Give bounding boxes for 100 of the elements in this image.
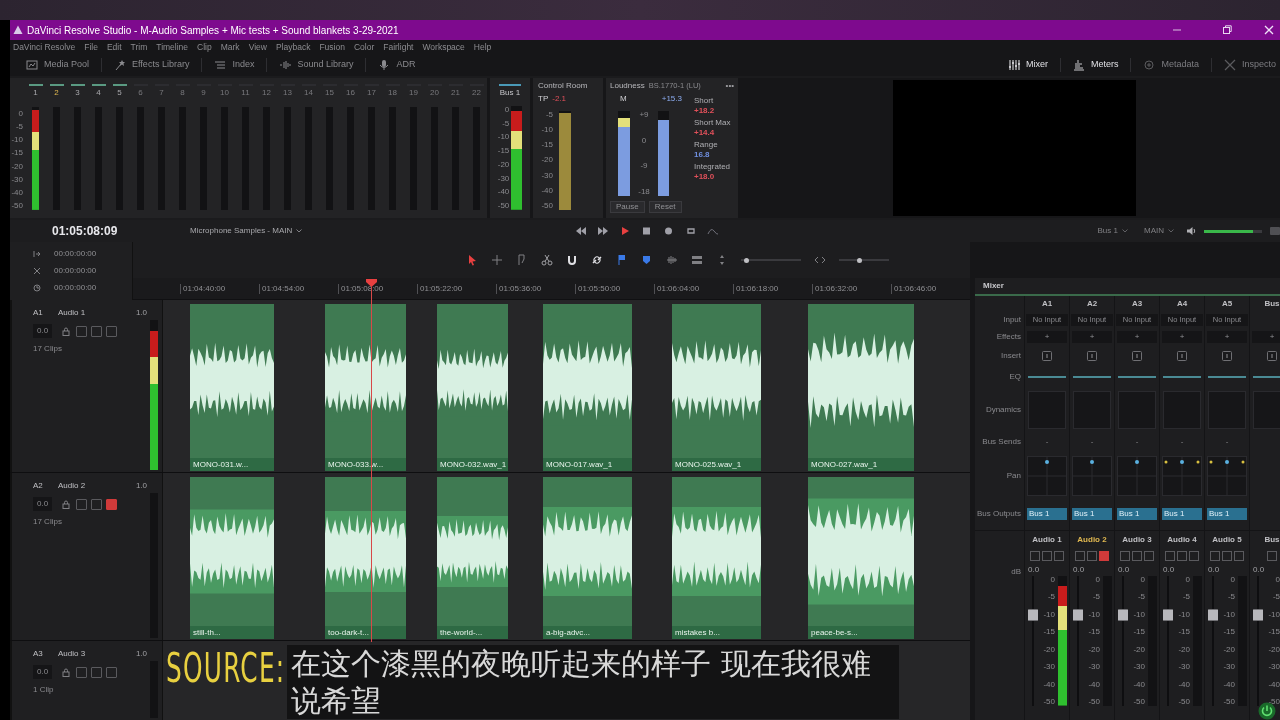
pointer-icon[interactable] — [466, 254, 478, 266]
timecode-field[interactable]: 00:00:00:00 — [54, 248, 97, 260]
add-effect-button[interactable]: + — [1207, 330, 1247, 343]
pan-graph[interactable] — [1162, 455, 1202, 496]
fader-handle[interactable] — [1208, 609, 1218, 621]
channel-number[interactable]: 8 — [180, 89, 185, 97]
list-icon[interactable] — [214, 59, 227, 71]
channel-number[interactable]: 4 — [96, 89, 101, 97]
bus-output-button[interactable]: Bus 1 — [1027, 508, 1067, 520]
menu-item[interactable]: Timeline — [156, 40, 189, 54]
audio-clip[interactable]: mistakes b... — [672, 477, 761, 639]
toolbar-button[interactable]: Inspecto — [1241, 58, 1276, 72]
record-arm-button[interactable] — [76, 666, 88, 678]
audio-clip[interactable]: peace-be-s... — [808, 477, 914, 639]
channel-number[interactable]: 20 — [430, 89, 439, 97]
toolbar-button[interactable]: Effects Library — [132, 58, 190, 72]
record-arm-button[interactable] — [1030, 551, 1040, 561]
channel-number[interactable]: 11 — [241, 89, 250, 97]
channel-name[interactable]: Audio 4 — [1167, 533, 1197, 546]
channel-number[interactable]: 3 — [75, 89, 80, 97]
speaker-icon[interactable] — [1186, 226, 1198, 236]
track-name[interactable]: Audio 3 — [58, 648, 136, 660]
solo-button[interactable] — [1222, 551, 1232, 561]
channel-name[interactable]: Audio 5 — [1212, 533, 1242, 546]
toolbar-button[interactable]: Sound Library — [297, 58, 354, 72]
arrows-icon[interactable] — [814, 254, 826, 266]
menu-item[interactable]: Workspace — [422, 40, 465, 54]
menu-item[interactable]: Playback — [275, 40, 311, 54]
bus-output-button[interactable]: Bus 1 — [1162, 508, 1202, 520]
pan-graph[interactable] — [1207, 455, 1247, 496]
menu-item[interactable]: Clip — [197, 40, 212, 54]
x-shape-icon[interactable] — [1223, 59, 1236, 71]
audio-clip[interactable]: MONO-032.wav_1 — [437, 304, 508, 471]
channel-number[interactable]: 19 — [409, 89, 418, 97]
crosshair-icon[interactable] — [491, 254, 503, 266]
pan-field[interactable]: 0.0 — [33, 665, 53, 679]
menu-item[interactable]: Fairlight — [383, 40, 414, 54]
zoom-slider[interactable] — [741, 257, 801, 263]
channel-number[interactable]: 9 — [201, 89, 206, 97]
channel-number[interactable]: 2 — [54, 89, 59, 97]
toolbar-button[interactable]: Meters — [1090, 58, 1119, 72]
caret-icon[interactable] — [1168, 229, 1174, 233]
solo-button[interactable] — [91, 666, 103, 678]
channel-number[interactable]: 5 — [117, 89, 122, 97]
marker-icon[interactable] — [641, 254, 653, 266]
solo-button[interactable] — [1132, 551, 1142, 561]
magic-wand-icon[interactable] — [114, 59, 127, 71]
fader-handle[interactable] — [1028, 609, 1038, 621]
record-arm-button[interactable] — [76, 325, 88, 337]
insert-icon[interactable] — [1177, 350, 1187, 361]
lock-icon[interactable] — [62, 499, 71, 509]
add-effect-button[interactable]: + — [1162, 330, 1202, 343]
channel-number[interactable]: 6 — [138, 89, 143, 97]
microphone-icon[interactable] — [378, 59, 391, 71]
stop-icon[interactable] — [641, 226, 653, 236]
lock-icon[interactable] — [62, 326, 71, 336]
channel-number[interactable]: 22 — [472, 89, 481, 97]
fader-handle[interactable] — [1073, 609, 1083, 621]
menu-item[interactable]: Help — [473, 40, 492, 54]
add-effect-button[interactable]: + — [1072, 330, 1112, 343]
mute-button[interactable] — [1054, 551, 1064, 561]
channel-number[interactable]: 18 — [388, 89, 397, 97]
image-icon[interactable] — [26, 59, 38, 71]
caret-icon[interactable] — [296, 229, 303, 233]
audio-clip[interactable]: MONO-027.wav_1 — [808, 304, 914, 471]
razor-icon[interactable] — [541, 254, 553, 266]
faders-icon[interactable] — [1007, 59, 1020, 71]
toolbar-button[interactable]: Index — [232, 58, 255, 72]
bus-send[interactable]: - — [1135, 436, 1139, 448]
channel-number[interactable]: 15 — [325, 89, 334, 97]
channel-number[interactable]: 17 — [367, 89, 376, 97]
record-arm-button[interactable] — [1165, 551, 1175, 561]
power-icon[interactable] — [1258, 702, 1276, 720]
track-name[interactable]: Audio 2 — [58, 480, 136, 492]
channel-name[interactable]: Audio 1 — [1032, 533, 1062, 546]
menu-item[interactable]: Trim — [130, 40, 148, 54]
add-effect-button[interactable]: + — [1027, 330, 1067, 343]
audio-clip[interactable]: MONO-031.w... — [190, 304, 274, 471]
record-arm-button[interactable] — [76, 498, 88, 510]
loop-icon[interactable] — [685, 226, 697, 236]
audio-clip[interactable]: still-th... — [190, 477, 274, 639]
record-arm-button[interactable] — [1120, 551, 1130, 561]
fader-handle[interactable] — [1118, 609, 1128, 621]
curve-icon[interactable] — [707, 226, 719, 236]
menu-item[interactable]: View — [248, 40, 267, 54]
mute-button[interactable] — [1189, 551, 1199, 561]
caret-icon[interactable] — [1122, 229, 1128, 233]
mute-button[interactable] — [106, 325, 118, 337]
channel-number[interactable]: 12 — [262, 89, 271, 97]
restore-icon[interactable] — [1222, 25, 1232, 35]
channel-number[interactable]: 14 — [304, 89, 313, 97]
slider-handle[interactable] — [857, 257, 862, 263]
lock-icon[interactable] — [62, 667, 71, 677]
audio-clip[interactable]: MONO-017.wav_1 — [543, 304, 632, 471]
record-icon[interactable] — [663, 226, 675, 236]
menu-item[interactable]: Mark — [220, 40, 240, 54]
link-icon[interactable] — [591, 254, 603, 266]
tag-icon[interactable] — [1143, 59, 1156, 71]
channel-number[interactable]: 7 — [159, 89, 164, 97]
output-bus-selector[interactable]: Bus 1 — [1097, 225, 1118, 237]
